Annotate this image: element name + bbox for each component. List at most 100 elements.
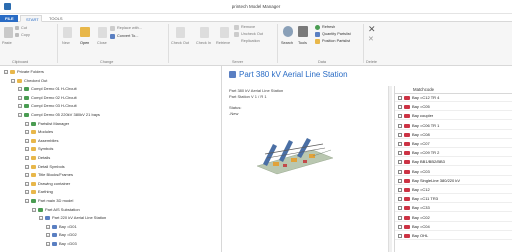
delete-icon[interactable]: ✕ (368, 24, 376, 35)
expand-toggle-icon[interactable]: − (18, 104, 22, 109)
matchcode-header[interactable]: Matchcode (395, 86, 512, 94)
matchcode-row[interactable]: Bay =C04 (395, 223, 512, 231)
tab-tools[interactable]: TOOLS (44, 15, 66, 22)
matchcode-row[interactable]: Bay OHL (395, 232, 512, 240)
row-checkbox[interactable] (398, 169, 402, 174)
tree-item[interactable]: − Symbols (25, 146, 53, 152)
open-button[interactable]: Open (80, 41, 89, 45)
quantity-partslist-button[interactable]: Quantity Partslist (322, 32, 351, 36)
matchcode-row[interactable]: Bay =C12 (395, 186, 512, 194)
row-checkbox[interactable] (398, 187, 402, 192)
expand-toggle-icon[interactable]: − (46, 224, 50, 229)
expand-toggle-icon[interactable]: − (32, 207, 36, 212)
row-checkbox[interactable] (398, 178, 402, 183)
expand-toggle-icon[interactable]: − (25, 190, 29, 195)
tree-item[interactable]: − Compl Demo 03 H-Circuit (18, 103, 77, 109)
tree-item[interactable]: − Checked Out (11, 78, 47, 84)
tree-item[interactable]: − Drawing container (25, 181, 70, 187)
expand-toggle-icon[interactable]: − (25, 164, 29, 169)
panel-scrollbar[interactable] (388, 86, 392, 252)
tree-item[interactable]: − Bay =D01 (46, 224, 77, 230)
tab-start[interactable]: START (20, 15, 42, 22)
search-button[interactable]: Search (281, 41, 293, 45)
matchcode-row[interactable]: Bay =C07 (395, 140, 512, 148)
expand-toggle-icon[interactable]: − (4, 69, 8, 74)
uncheck-out-button[interactable]: Uncheck Out (241, 32, 263, 36)
tree-item[interactable]: − Compl Demo 02 H-Circuit (18, 95, 77, 101)
matchcode-row[interactable]: Bay =C11 TR3 (395, 195, 512, 204)
tree-item[interactable]: − Bay =D02 (46, 232, 77, 238)
row-checkbox[interactable] (398, 197, 402, 202)
matchcode-row[interactable]: Bay coupler (395, 112, 512, 121)
tab-file[interactable]: FILE (0, 15, 18, 22)
matchcode-row[interactable]: Bay =C05 (395, 103, 512, 112)
expand-toggle-icon[interactable]: − (18, 87, 22, 92)
remove-button[interactable]: Remove (241, 25, 255, 29)
row-checkbox[interactable] (398, 215, 402, 220)
tree-item[interactable]: − Part 220 kV Aerial Line Station (39, 215, 106, 221)
tree-item[interactable]: − Bay =D03 (46, 241, 77, 247)
tools-button[interactable]: Tools (298, 41, 307, 45)
row-checkbox[interactable] (398, 132, 402, 137)
close-button[interactable]: Close (97, 41, 107, 45)
new-button[interactable]: New (62, 41, 70, 45)
expand-toggle-icon[interactable]: − (25, 138, 29, 143)
row-checkbox[interactable] (398, 141, 402, 146)
position-partslist-button[interactable]: Position Partslist (322, 39, 350, 43)
matchcode-row[interactable]: Bay SingleLine 380/220 kV (395, 177, 512, 185)
expand-toggle-icon[interactable]: − (18, 95, 22, 100)
cut-button[interactable]: Cut (21, 26, 27, 30)
tree-item[interactable]: − Assemblies (25, 138, 58, 144)
expand-toggle-icon[interactable]: − (46, 241, 50, 246)
expand-toggle-icon[interactable]: − (25, 181, 29, 186)
row-checkbox[interactable] (398, 151, 402, 156)
matchcode-row[interactable]: Bay =C06 TR 1 (395, 122, 512, 130)
expand-toggle-icon[interactable]: − (25, 130, 29, 135)
tree-item[interactable]: − Part AIS Substation (32, 207, 80, 213)
delete-all-icon[interactable]: ✕ (368, 35, 374, 43)
tree-item[interactable]: − Detail Symbols (25, 164, 65, 170)
convert-to-button[interactable]: Convert To... (117, 34, 138, 38)
row-checkbox[interactable] (398, 95, 402, 100)
tree-item[interactable]: − Earthing (25, 189, 53, 195)
expand-toggle-icon[interactable]: − (18, 112, 22, 117)
tree-item[interactable]: − Modules (25, 129, 53, 135)
tree-item[interactable]: − Private Folders (4, 69, 44, 75)
matchcode-row[interactable]: Bay =C03 (395, 168, 512, 176)
matchcode-row[interactable]: Bay =C02 (395, 214, 512, 222)
matchcode-row[interactable]: Bay =C12 TR 4 (395, 94, 512, 102)
paste-button[interactable]: Paste (2, 41, 12, 45)
retrieve-button[interactable]: Retrieve (216, 41, 230, 45)
row-checkbox[interactable] (398, 160, 402, 165)
tree-item[interactable]: − Part main 3D model (25, 198, 73, 204)
row-checkbox[interactable] (398, 224, 402, 229)
expand-toggle-icon[interactable]: − (25, 155, 29, 160)
tree-item[interactable]: − Compl Demo 01 H-Circuit (18, 86, 77, 92)
matchcode-row[interactable]: Bay BB1/BB2/BB3 (395, 158, 512, 167)
matchcode-row[interactable]: Bay =C08 (395, 131, 512, 139)
matchcode-row[interactable]: Bay =C09 TR 2 (395, 149, 512, 158)
row-checkbox[interactable] (398, 206, 402, 211)
tree-item[interactable]: − Compl Demo 05 220kV 380kV 21 bays (18, 112, 100, 118)
row-checkbox[interactable] (398, 123, 402, 128)
expand-toggle-icon[interactable]: − (25, 147, 29, 152)
expand-toggle-icon[interactable]: − (25, 198, 29, 203)
expand-toggle-icon[interactable]: − (39, 216, 43, 221)
copy-button[interactable]: Copy (21, 33, 30, 37)
check-out-button[interactable]: Check Out (171, 41, 189, 45)
expand-toggle-icon[interactable]: − (25, 121, 29, 126)
row-checkbox[interactable] (398, 233, 402, 238)
row-checkbox[interactable] (398, 105, 402, 110)
expand-toggle-icon[interactable]: − (46, 233, 50, 238)
expand-toggle-icon[interactable]: − (11, 78, 15, 83)
expand-toggle-icon[interactable]: − (25, 173, 29, 178)
row-checkbox[interactable] (398, 114, 402, 119)
replace-with-button[interactable]: Replace with... (117, 26, 142, 30)
check-in-button[interactable]: Check In (196, 41, 211, 45)
tree-item[interactable]: − Title Blocks/Frames (25, 172, 73, 178)
tree-item[interactable]: − Partslist Manager (25, 121, 69, 127)
refresh-button[interactable]: Refresh (322, 25, 335, 29)
matchcode-row[interactable]: Bay =C33 (395, 204, 512, 213)
replication-button[interactable]: Replication (241, 39, 260, 43)
tree-item[interactable]: − Details (25, 155, 50, 161)
